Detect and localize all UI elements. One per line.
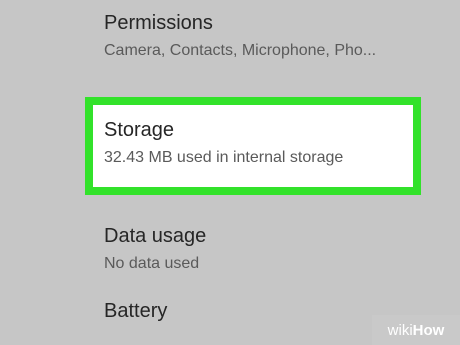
watermark-part1: wiki: [387, 321, 413, 339]
storage-summary: 32.43 MB used in internal storage: [104, 149, 344, 166]
data-usage-summary: No data used: [104, 255, 200, 272]
wikihow-watermark: wiki How: [372, 315, 460, 345]
permissions-title: Permissions: [104, 12, 213, 34]
permissions-summary: Camera, Contacts, Microphone, Pho...: [104, 42, 377, 59]
storage-title: Storage: [104, 119, 175, 141]
data-usage-item[interactable]: Data usage No data used: [104, 224, 444, 275]
app-info-screen: Permissions Camera, Contacts, Microphone…: [0, 0, 460, 345]
permissions-item[interactable]: Permissions Camera, Contacts, Microphone…: [104, 11, 444, 62]
watermark-part2: How: [412, 321, 445, 339]
storage-item[interactable]: Storage 32.43 MB used in internal storag…: [104, 118, 444, 169]
data-usage-title: Data usage: [104, 225, 207, 247]
